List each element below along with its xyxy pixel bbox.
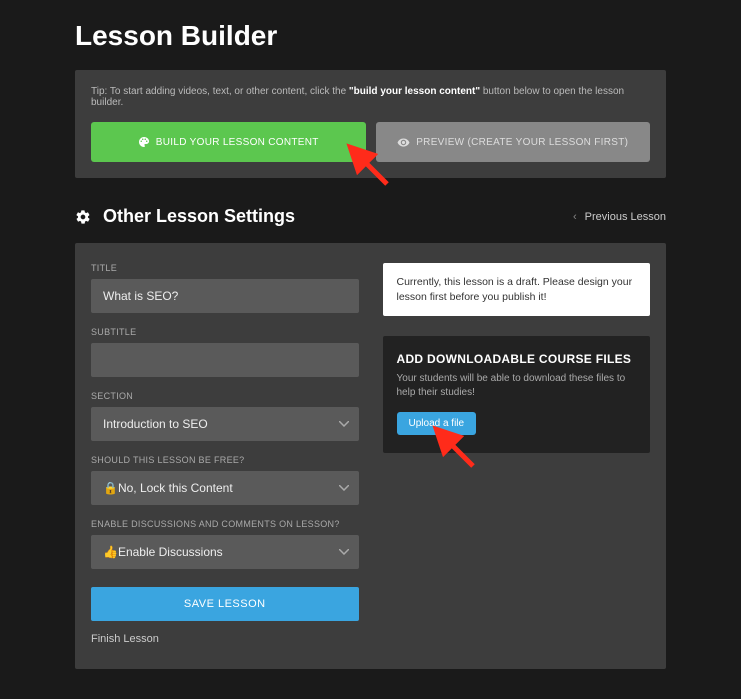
prev-link-label: Previous Lesson xyxy=(585,211,666,223)
eye-icon xyxy=(397,136,410,149)
gear-icon xyxy=(75,209,91,225)
build-lesson-button[interactable]: BUILD YOUR LESSON CONTENT xyxy=(91,122,366,162)
discussions-select[interactable]: 👍Enable Discussions xyxy=(91,535,359,569)
preview-button-label: PREVIEW (CREATE YOUR LESSON FIRST) xyxy=(416,137,628,148)
tip-bold: "build your lesson content" xyxy=(349,86,480,97)
free-label: SHOULD THIS LESSON BE FREE? xyxy=(91,455,359,465)
section-select[interactable]: Introduction to SEO xyxy=(91,407,359,441)
palette-icon xyxy=(138,136,150,148)
subtitle-input[interactable] xyxy=(91,343,359,377)
finish-lesson-link[interactable]: Finish Lesson xyxy=(91,633,359,645)
downloadable-files-panel: ADD DOWNLOADABLE COURSE FILES Your stude… xyxy=(383,336,651,453)
settings-form: TITLE SUBTITLE SECTION Introduction to S… xyxy=(75,243,666,669)
previous-lesson-link[interactable]: ‹ Previous Lesson xyxy=(573,211,666,223)
tip-text: Tip: To start adding videos, text, or ot… xyxy=(91,86,650,108)
tip-prefix: Tip: To start adding videos, text, or ot… xyxy=(91,86,349,97)
title-label: TITLE xyxy=(91,263,359,273)
settings-heading: Other Lesson Settings xyxy=(103,206,295,227)
files-title: ADD DOWNLOADABLE COURSE FILES xyxy=(397,352,637,366)
chevron-left-icon: ‹ xyxy=(573,211,577,223)
save-lesson-button[interactable]: SAVE LESSON xyxy=(91,587,359,621)
preview-button[interactable]: PREVIEW (CREATE YOUR LESSON FIRST) xyxy=(376,122,651,162)
title-input[interactable] xyxy=(91,279,359,313)
discussions-label: ENABLE DISCUSSIONS AND COMMENTS ON LESSO… xyxy=(91,519,359,529)
tip-panel: Tip: To start adding videos, text, or ot… xyxy=(75,70,666,178)
subtitle-label: SUBTITLE xyxy=(91,327,359,337)
files-desc: Your students will be able to download t… xyxy=(397,372,637,400)
build-button-label: BUILD YOUR LESSON CONTENT xyxy=(156,137,319,148)
draft-notice: Currently, this lesson is a draft. Pleas… xyxy=(383,263,651,316)
upload-file-button[interactable]: Upload a file xyxy=(397,412,477,435)
free-select[interactable]: 🔒No, Lock this Content xyxy=(91,471,359,505)
section-label: SECTION xyxy=(91,391,359,401)
page-title: Lesson Builder xyxy=(75,20,666,52)
